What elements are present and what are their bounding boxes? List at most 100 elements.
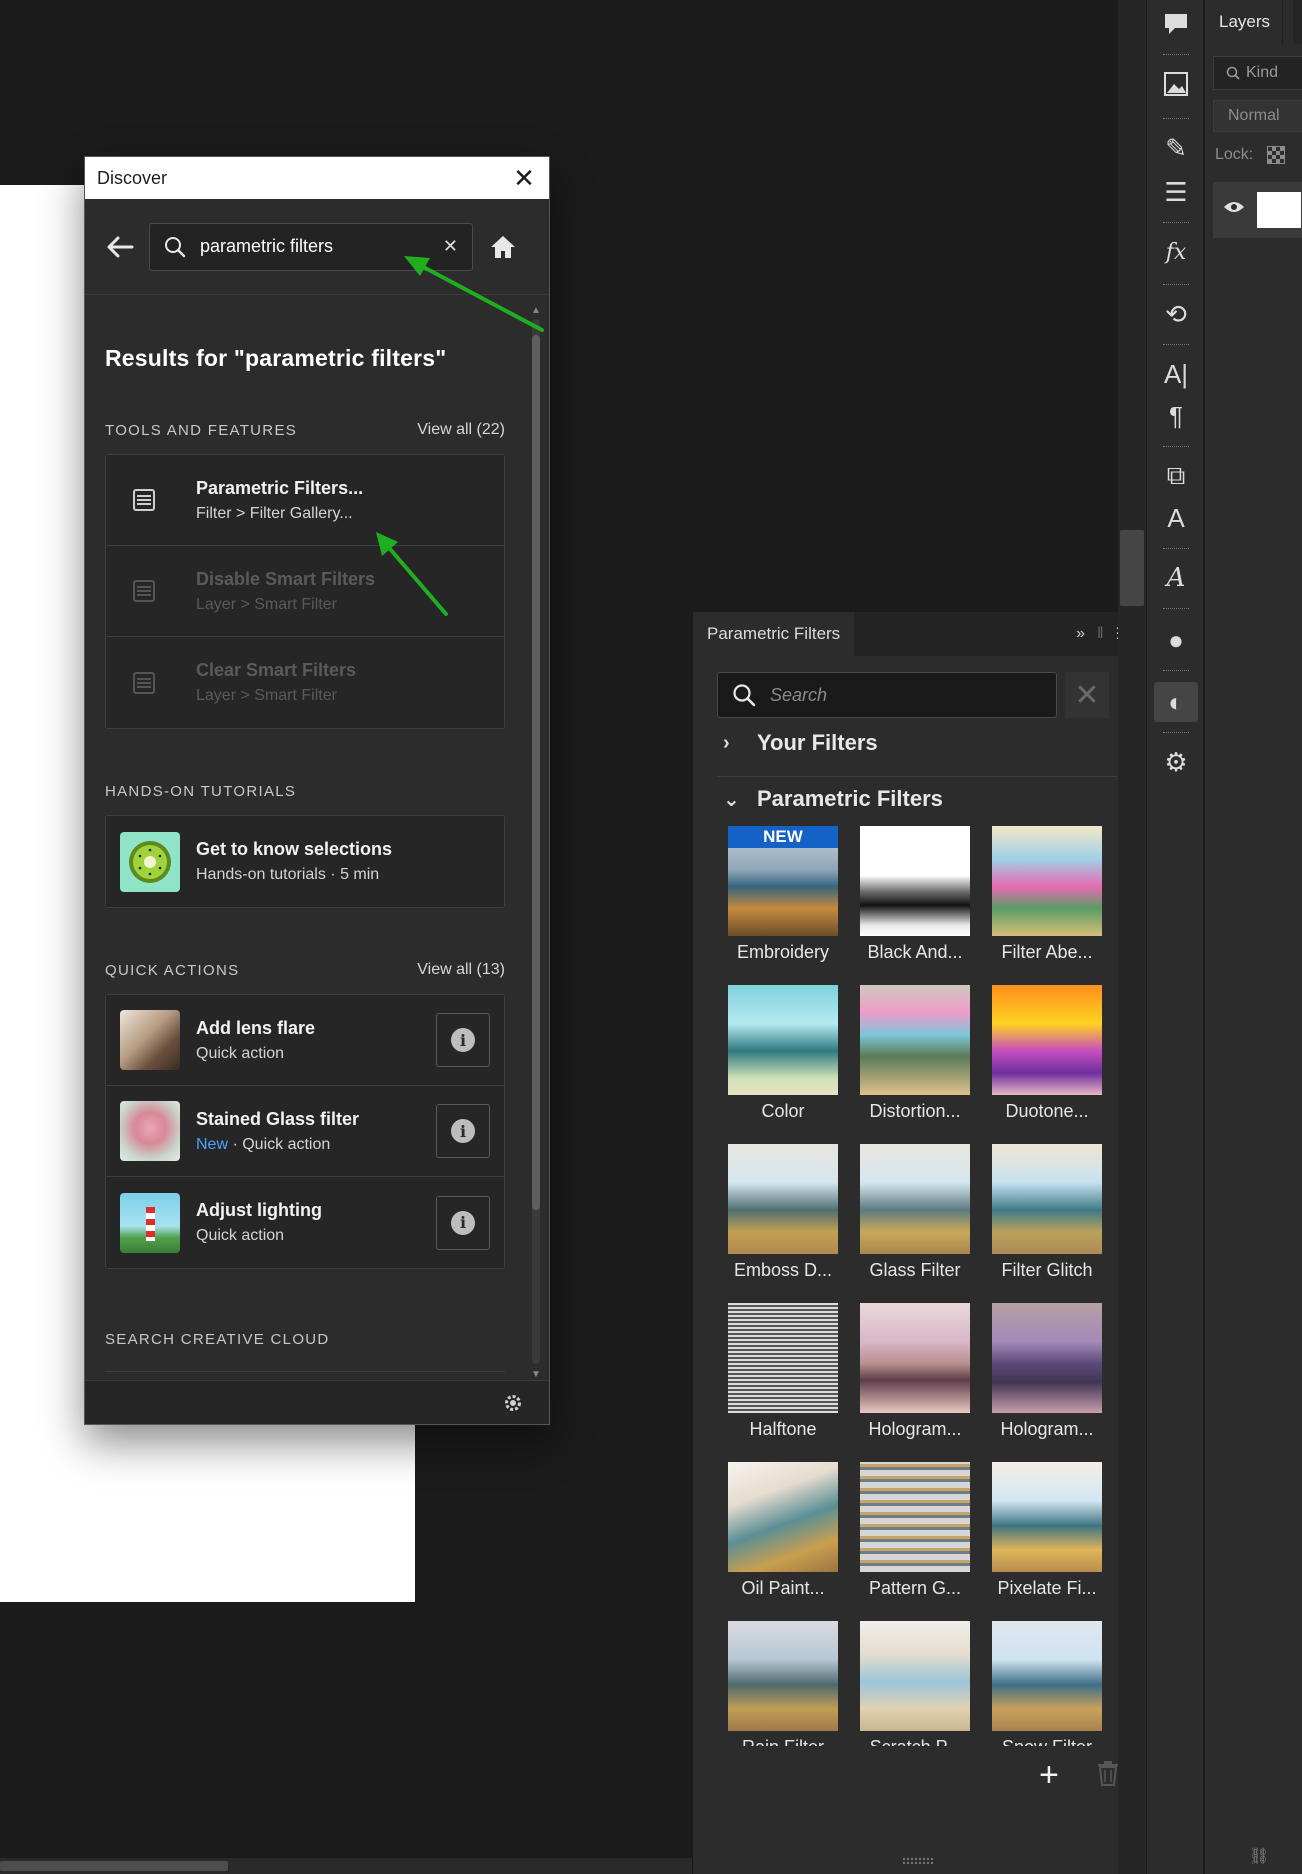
- clear-search-button[interactable]: ✕: [1065, 672, 1109, 718]
- filter-tile[interactable]: Distortion...: [849, 985, 981, 1144]
- chevron-down-icon: ⌄: [723, 788, 740, 811]
- filter-tile[interactable]: Rain Filter: [717, 1621, 849, 1746]
- history-icon[interactable]: ⟲: [1154, 294, 1198, 334]
- tools-view-all-link[interactable]: View all (22): [417, 421, 505, 439]
- materials-icon[interactable]: ●: [1154, 620, 1198, 660]
- results-area: Results for "parametric filters" TOOLS A…: [85, 295, 549, 1380]
- filter-tile[interactable]: Black And...: [849, 826, 981, 985]
- quick-actions-view-all-link[interactable]: View all (13): [417, 961, 505, 979]
- search-icon: [165, 236, 186, 257]
- blend-mode-value: Normal: [1228, 107, 1280, 124]
- close-icon[interactable]: ✕: [511, 165, 537, 191]
- grip-icon: [1163, 54, 1189, 57]
- gear-icon[interactable]: [503, 1393, 523, 1413]
- adjustments-icon[interactable]: ☰: [1154, 172, 1198, 212]
- filter-tile[interactable]: Pattern G...: [849, 1462, 981, 1621]
- filter-tile[interactable]: Halftone: [717, 1303, 849, 1462]
- tutorial-item[interactable]: Get to know selections Hands-on tutorial…: [106, 816, 504, 907]
- fx-styles-icon[interactable]: fx: [1154, 232, 1198, 272]
- panel-dock-scrollbar[interactable]: [1118, 0, 1146, 1874]
- glyphs-icon[interactable]: ⧉: [1154, 456, 1198, 496]
- filter-tile[interactable]: Snow Filter: [981, 1621, 1113, 1746]
- section-divider: [105, 1371, 505, 1375]
- collapse-panel-icon[interactable]: »: [1076, 625, 1085, 643]
- filter-adjust-icon[interactable]: ⚙: [1154, 742, 1198, 782]
- resize-grip-icon[interactable]: [903, 1858, 933, 1864]
- parametric-filters-panel-icon[interactable]: ◐: [1154, 682, 1198, 722]
- glyph-panel-icon[interactable]: A: [1154, 558, 1198, 598]
- paragraph-icon[interactable]: ¶: [1154, 396, 1198, 436]
- info-button[interactable]: i: [436, 1013, 490, 1067]
- filter-thumbnail: [728, 1462, 838, 1572]
- filter-label: Embroidery: [736, 942, 830, 962]
- filter-tile[interactable]: NEW Embroidery: [717, 826, 849, 985]
- filter-tile[interactable]: Filter Abe...: [981, 826, 1113, 985]
- comments-icon[interactable]: [1154, 4, 1198, 44]
- scroll-down-icon[interactable]: ▼: [529, 1369, 543, 1380]
- tab-next[interactable]: [1293, 0, 1302, 44]
- filter-label: Filter Glitch: [1001, 1260, 1093, 1280]
- quick-action-meta: Quick action: [196, 1227, 285, 1244]
- layer-row[interactable]: [1213, 182, 1302, 238]
- search-value[interactable]: parametric filters: [200, 236, 443, 257]
- tool-result-parametric-filters[interactable]: Parametric Filters... Filter > Filter Ga…: [106, 455, 504, 546]
- tutorial-title: Get to know selections: [196, 839, 393, 859]
- tool-result-clear-smart-filters: Clear Smart Filters Layer > Smart Filter: [106, 637, 504, 728]
- scrollbar-thumb[interactable]: [1120, 530, 1144, 606]
- character-styles-icon[interactable]: A: [1154, 498, 1198, 538]
- image-panel-icon[interactable]: [1154, 64, 1198, 104]
- link-icon[interactable]: ⛓: [1249, 1846, 1269, 1866]
- filter-thumbnail: [992, 826, 1102, 936]
- scroll-up-icon[interactable]: ▲: [529, 305, 543, 316]
- lock-label: Lock:: [1215, 146, 1254, 163]
- tab-layers[interactable]: Layers: [1205, 0, 1283, 44]
- eye-icon[interactable]: [1223, 200, 1245, 219]
- group-your-filters[interactable]: › Your Filters: [723, 730, 878, 756]
- quick-action-item[interactable]: Adjust lighting Quick action i: [106, 1177, 504, 1268]
- back-arrow-icon[interactable]: [99, 236, 141, 258]
- quick-action-meta: Quick action: [196, 1044, 285, 1062]
- filter-tile[interactable]: Hologram...: [849, 1303, 981, 1462]
- scrollbar-thumb[interactable]: [532, 335, 540, 1210]
- new-tag: New: [196, 1135, 229, 1153]
- search-placeholder: Search: [770, 684, 828, 705]
- filter-tile[interactable]: Oil Paint...: [717, 1462, 849, 1621]
- scrollbar-thumb[interactable]: [0, 1861, 228, 1871]
- lock-transparent-icon[interactable]: [1267, 146, 1286, 164]
- clear-search-icon[interactable]: ✕: [443, 236, 458, 257]
- character-icon[interactable]: A|: [1154, 354, 1198, 394]
- home-icon[interactable]: [489, 234, 517, 260]
- tools-heading: TOOLS AND FEATURES: [105, 421, 298, 439]
- kind-filter[interactable]: Kind: [1213, 56, 1302, 90]
- filter-tile[interactable]: Filter Glitch: [981, 1144, 1113, 1303]
- results-scrollbar[interactable]: ▲ ▼: [529, 305, 543, 1380]
- filter-tile[interactable]: Hologram...: [981, 1303, 1113, 1462]
- grip-icon: [1163, 670, 1189, 673]
- filter-tile[interactable]: Pixelate Fi...: [981, 1462, 1113, 1621]
- search-input[interactable]: parametric filters ✕: [149, 222, 473, 271]
- filter-tile[interactable]: Emboss D...: [717, 1144, 849, 1303]
- info-button[interactable]: i: [436, 1104, 490, 1158]
- quick-action-item[interactable]: Stained Glass filter New · Quick action …: [106, 1086, 504, 1177]
- filter-thumbnail: [992, 1462, 1102, 1572]
- tools-section-header: TOOLS AND FEATURES View all (22): [105, 420, 505, 440]
- tab-parametric-filters[interactable]: Parametric Filters: [693, 612, 855, 656]
- filter-tile[interactable]: Scratch P...: [849, 1621, 981, 1746]
- quick-action-item[interactable]: Add lens flare Quick action i: [106, 995, 504, 1086]
- group-parametric-filters[interactable]: ⌄ Parametric Filters: [723, 786, 943, 812]
- filter-label: Filter Abe...: [1001, 942, 1093, 962]
- dialog-footer: [85, 1380, 549, 1424]
- filter-tile[interactable]: Duotone...: [981, 985, 1113, 1144]
- filter-tile[interactable]: Color: [717, 985, 849, 1144]
- filter-label: Glass Filter: [869, 1260, 961, 1280]
- filter-search-input[interactable]: Search: [717, 672, 1057, 718]
- tool-title: Disable Smart Filters: [196, 568, 376, 589]
- trash-icon[interactable]: [1097, 1760, 1119, 1791]
- blend-mode-select[interactable]: Normal: [1213, 100, 1302, 132]
- info-button[interactable]: i: [436, 1195, 490, 1250]
- menu-item-icon: [120, 488, 168, 512]
- filter-tile[interactable]: Glass Filter: [849, 1144, 981, 1303]
- brush-settings-icon[interactable]: ✎: [1154, 128, 1198, 168]
- tool-path: Layer > Smart Filter: [196, 595, 337, 613]
- add-filter-button[interactable]: +: [1039, 1756, 1059, 1795]
